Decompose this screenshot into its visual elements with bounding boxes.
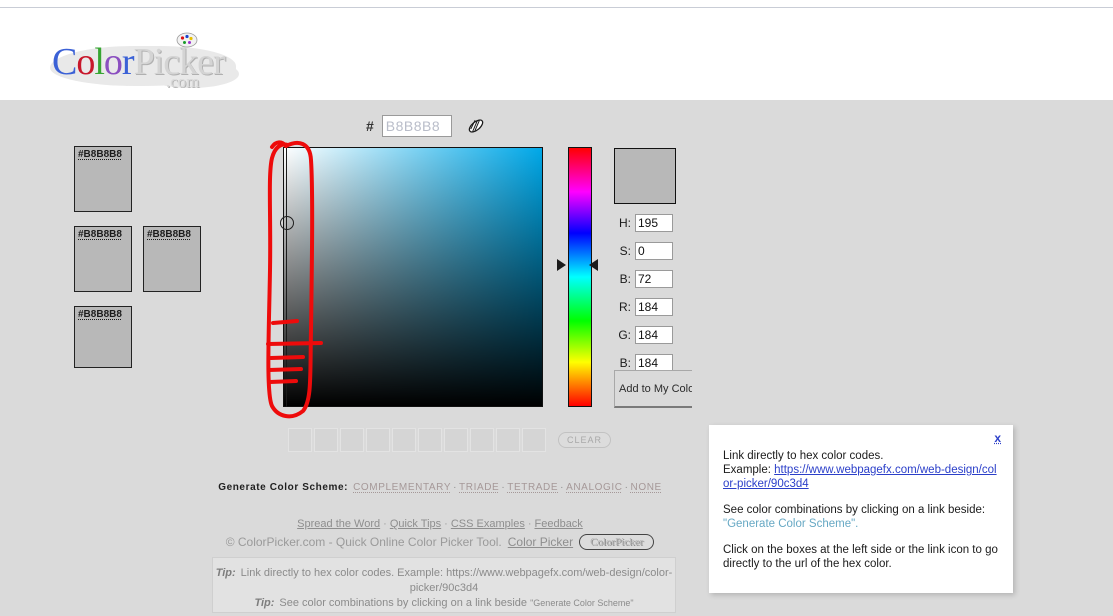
tray-slot[interactable] (418, 428, 442, 452)
logo-letter-l: l (94, 41, 105, 83)
scheme-separator: · (453, 482, 458, 493)
popup-paragraph-3: Click on the boxes at the left side or t… (723, 543, 999, 571)
field-row-brightness: B: (614, 270, 704, 288)
popup-text-boxes: Click on the boxes at the left side or t… (723, 544, 998, 570)
logo-letter-o1: o (76, 41, 95, 83)
tray-slot[interactable] (392, 428, 416, 452)
hue-marker-left-arrow[interactable] (557, 259, 566, 271)
footer-link-color-picker[interactable]: Color Picker (508, 535, 573, 549)
hex-input-row: # (366, 115, 486, 137)
clear-colors-button[interactable]: CLEAR (558, 432, 612, 448)
tip-line-1: Tip: Link directly to hex color codes. Ex… (213, 566, 675, 596)
close-icon[interactable]: x (994, 431, 1001, 445)
swatch-box-2[interactable]: #B8B8B8 (74, 226, 132, 292)
input-red[interactable] (635, 298, 673, 316)
add-to-my-colors-button[interactable]: Add to My Colors (614, 370, 692, 408)
page-root: ColorPicker .com # #B8B8B8 #B8B8B8 #B8B8… (0, 0, 1113, 616)
color-values-panel: H: S: B: R: G: B: Add to My Colors (614, 148, 704, 408)
scheme-link-triade[interactable]: TRIADE (459, 482, 499, 493)
add-color-button-clip: Add to My Colors (614, 370, 692, 410)
link-icon[interactable] (466, 116, 486, 136)
field-row-hue: H: (614, 214, 704, 232)
footer-link-feedback[interactable]: Feedback (535, 518, 583, 530)
tip-label-2: Tip: (254, 597, 275, 609)
popup-text-combinations: See color combinations by clicking on a … (723, 504, 986, 516)
swatch-box-1[interactable]: #B8B8B8 (74, 146, 132, 212)
hex-input[interactable] (381, 115, 452, 137)
field-row-green: G: (614, 326, 704, 344)
label-saturation: S: (619, 244, 631, 258)
label-brightness: B: (619, 272, 631, 286)
input-brightness[interactable] (635, 270, 673, 288)
scheme-separator: · (501, 482, 506, 493)
label-red: R: (619, 300, 631, 314)
popup-quote-scheme: "Generate Color Scheme". (723, 518, 859, 530)
current-color-preview (614, 148, 676, 204)
footer-separator: · (527, 518, 532, 530)
logo-word-com: .com (166, 72, 200, 91)
tips-panel: Tip: Link directly to hex color codes. Ex… (212, 557, 676, 613)
colorpicker-badge[interactable]: ColorPicker (579, 534, 655, 550)
scheme-separator: · (560, 482, 565, 493)
input-saturation[interactable] (635, 242, 673, 260)
scheme-separator: · (624, 482, 629, 493)
tray-slot[interactable] (340, 428, 364, 452)
tip-line-2: Tip: See color combinations by clicking o… (213, 596, 675, 611)
tray-slot[interactable] (314, 428, 338, 452)
tray-slot[interactable] (288, 428, 312, 452)
scheme-link-complementary[interactable]: COMPLEMENTARY (353, 482, 451, 493)
footer-separator: · (383, 518, 387, 530)
logo-letter-c: C (52, 41, 77, 83)
saturation-brightness-field[interactable] (283, 147, 543, 407)
scheme-link-none[interactable]: NONE (631, 482, 662, 493)
tip-text-1: Link directly to hex color codes. Exampl… (240, 567, 673, 594)
tip-quote-2: "Generate Color Scheme" (530, 598, 634, 608)
footer-separator: · (444, 518, 448, 530)
my-colors-tray: CLEAR (288, 428, 612, 452)
logo-letter-o2: o (103, 41, 123, 83)
tip-label-1: Tip: (215, 567, 236, 579)
swatch-label-2[interactable]: #B8B8B8 (75, 227, 131, 240)
picker-cursor-handle[interactable] (280, 216, 294, 230)
copyright-text: © ColorPicker.com - Quick Online Color P… (225, 535, 502, 549)
label-hue: H: (619, 216, 631, 230)
swatch-label-3[interactable]: #B8B8B8 (144, 227, 200, 240)
saved-swatch-column: #B8B8B8 #B8B8B8 #B8B8B8 #B8B8B8 (74, 146, 214, 368)
logo-letter-r: r (121, 41, 135, 83)
site-header: ColorPicker .com (0, 8, 1113, 100)
swatch-label-1[interactable]: #B8B8B8 (75, 147, 131, 160)
scheme-link-tetrade[interactable]: TETRADE (507, 482, 558, 493)
tray-slot[interactable] (366, 428, 390, 452)
tray-slot[interactable] (470, 428, 494, 452)
site-logo[interactable]: ColorPicker .com (48, 26, 239, 91)
popup-text-link-hex: Link directly to hex color codes. (723, 450, 884, 462)
input-green[interactable] (635, 326, 673, 344)
tray-slot[interactable] (496, 428, 520, 452)
popup-paragraph-1: Link directly to hex color codes. Exampl… (723, 449, 999, 491)
input-hue[interactable] (635, 214, 673, 232)
scheme-link-analogic[interactable]: ANALOGIC (566, 482, 622, 493)
swatch-box-3[interactable]: #B8B8B8 (143, 226, 201, 292)
footer-link-quick-tips[interactable]: Quick Tips (390, 518, 441, 530)
popup-example-label: Example: (723, 464, 771, 476)
field-row-red: R: (614, 298, 704, 316)
tray-slot[interactable] (522, 428, 546, 452)
brightness-column-line (286, 147, 287, 407)
hue-slider-strip[interactable] (568, 147, 592, 407)
generate-color-scheme-label: Generate Color Scheme: (218, 482, 349, 493)
hash-label: # (366, 118, 374, 134)
footer-link-spread-the-word[interactable]: Spread the Word (297, 518, 380, 530)
tray-slot[interactable] (444, 428, 468, 452)
footer-link-css-examples[interactable]: CSS Examples (451, 518, 525, 530)
hue-marker-right-arrow[interactable] (589, 259, 598, 271)
label-green: G: (618, 328, 631, 342)
swatch-box-4[interactable]: #B8B8B8 (74, 306, 132, 368)
field-row-saturation: S: (614, 242, 704, 260)
swatch-label-4[interactable]: #B8B8B8 (75, 307, 131, 320)
tip-text-2: See color combinations by clicking on a … (279, 597, 528, 609)
label-blue: B: (619, 356, 631, 370)
popup-paragraph-2: See color combinations by clicking on a … (723, 503, 999, 531)
info-popup: x Link directly to hex color codes. Exam… (709, 425, 1013, 593)
